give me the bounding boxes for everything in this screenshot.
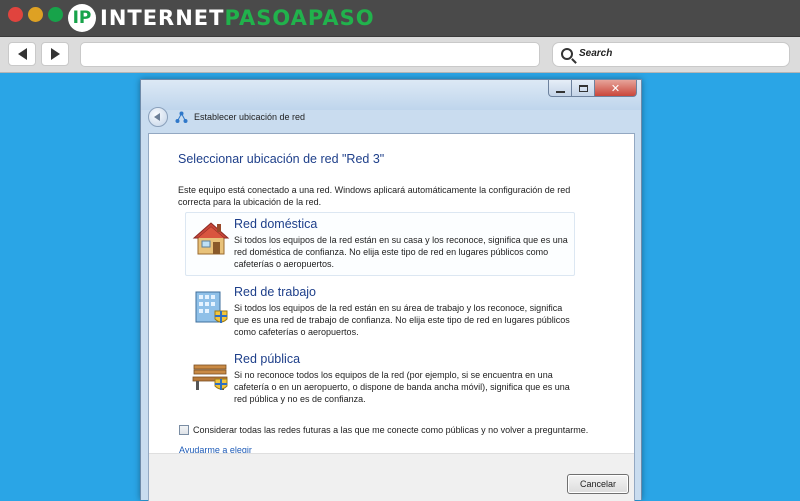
option-work-title: Red de trabajo: [234, 285, 317, 299]
forward-button[interactable]: [41, 42, 69, 66]
logo-text-pasoapaso: PASOAPASO: [224, 6, 375, 30]
public-networks-checkbox[interactable]: [179, 425, 189, 435]
close-button[interactable]: ✕: [595, 80, 637, 97]
public-networks-checkbox-label[interactable]: Considerar todas las redes futuras a las…: [193, 425, 588, 435]
window-controls: ✕: [548, 80, 637, 98]
maximize-button[interactable]: [572, 80, 595, 97]
search-placeholder: Search: [579, 48, 613, 59]
page-heading: Seleccionar ubicación de red "Red 3": [178, 152, 385, 166]
office-building-icon: [195, 291, 228, 323]
maximize-icon: [578, 84, 588, 92]
address-bar[interactable]: [80, 42, 540, 67]
window-title: Establecer ubicación de red: [194, 112, 306, 122]
park-bench-icon: [192, 364, 228, 390]
site-logo: IP INTERNETPASOAPASO: [68, 4, 375, 32]
browser-toolbar: Search: [0, 37, 800, 73]
option-public-title: Red pública: [234, 352, 301, 366]
option-public-description: Si no reconoce todos los equipos de la r…: [234, 370, 570, 404]
back-button[interactable]: [8, 42, 36, 66]
network-icon: [175, 111, 188, 123]
maximize-window-dot[interactable]: [48, 7, 63, 22]
logo-text-internet: INTERNET: [100, 6, 225, 30]
option-work-network[interactable]: Red de trabajo Si todos los equipos de l…: [186, 281, 576, 345]
back-arrow-icon: [154, 113, 160, 121]
option-public-network[interactable]: Red pública Si no reconoce todos los equ…: [186, 348, 576, 412]
minimize-button[interactable]: [548, 80, 572, 97]
option-work-description: Si todos los equipos de la red están en …: [234, 303, 570, 337]
back-arrow-icon: [17, 48, 27, 60]
close-icon: ✕: [610, 81, 621, 95]
house-icon: [192, 222, 230, 255]
search-input[interactable]: Search: [552, 42, 790, 67]
network-location-dialog: ✕ Establecer ubicación de red Selecciona…: [140, 79, 642, 501]
option-home-title: Red doméstica: [234, 217, 318, 231]
option-home-description: Si todos los equipos de la red están en …: [234, 235, 568, 269]
logo-badge-icon: IP: [68, 4, 96, 32]
public-networks-checkbox-row[interactable]: Considerar todas las redes futuras a las…: [179, 424, 588, 436]
close-window-dot[interactable]: [8, 7, 23, 22]
wizard-back-button[interactable]: [148, 107, 168, 127]
forward-arrow-icon: [50, 48, 60, 60]
dialog-footer: [149, 453, 634, 501]
intro-text: Este equipo está conectado a una red. Wi…: [178, 185, 571, 207]
cancel-button[interactable]: Cancelar: [567, 474, 629, 494]
browser-titlebar: IP INTERNETPASOAPASO: [0, 0, 800, 37]
option-home-network[interactable]: Red doméstica Si todos los equipos de la…: [185, 212, 575, 276]
minimize-icon: [555, 90, 565, 93]
dialog-content: Seleccionar ubicación de red "Red 3" Est…: [148, 133, 635, 501]
minimize-window-dot[interactable]: [28, 7, 43, 22]
search-icon: [561, 48, 573, 60]
